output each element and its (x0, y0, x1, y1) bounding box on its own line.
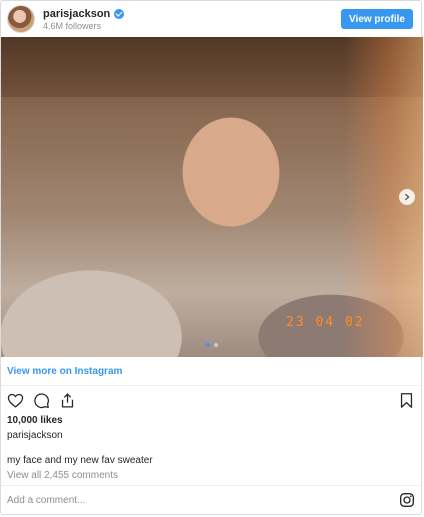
heart-icon[interactable] (7, 392, 24, 409)
comment-icon[interactable] (33, 392, 50, 409)
view-profile-button[interactable]: View profile (341, 9, 413, 29)
like-count[interactable]: 10,000 likes (1, 414, 421, 428)
carousel-indicator (1, 343, 423, 347)
avatar[interactable] (7, 5, 35, 33)
carousel-next-button[interactable] (399, 189, 415, 205)
chevron-right-icon (404, 193, 410, 201)
view-more-row: View more on Instagram (1, 357, 421, 386)
view-more-link[interactable]: View more on Instagram (7, 366, 122, 377)
bookmark-icon[interactable] (398, 392, 415, 409)
post-caption: my face and my new fav sweater (7, 455, 153, 466)
carousel-dot-1 (206, 343, 210, 347)
share-icon[interactable] (59, 392, 76, 409)
photo-date-stamp: 23 04 02 (286, 315, 365, 330)
post-photo[interactable]: 23 04 02 (1, 37, 423, 357)
carousel-dot-2 (214, 343, 218, 347)
view-all-comments-link[interactable]: View all 2,455 comments (1, 468, 421, 484)
follower-count: 4.6M followers (43, 20, 102, 31)
user-info: parisjackson 4.6M followers (43, 8, 125, 31)
post-header: parisjackson 4.6M followers View profile (1, 1, 421, 37)
instagram-icon[interactable] (399, 492, 415, 508)
post-author[interactable]: parisjackson (1, 428, 421, 444)
username-row: parisjackson (43, 8, 125, 20)
username[interactable]: parisjackson (43, 8, 110, 20)
instagram-embed-card: parisjackson 4.6M followers View profile… (0, 0, 423, 515)
add-comment-row[interactable]: Add a comment... (1, 485, 421, 514)
action-bar (1, 386, 421, 414)
verified-badge-icon (114, 8, 125, 19)
comment-input-placeholder[interactable]: Add a comment... (7, 495, 85, 506)
